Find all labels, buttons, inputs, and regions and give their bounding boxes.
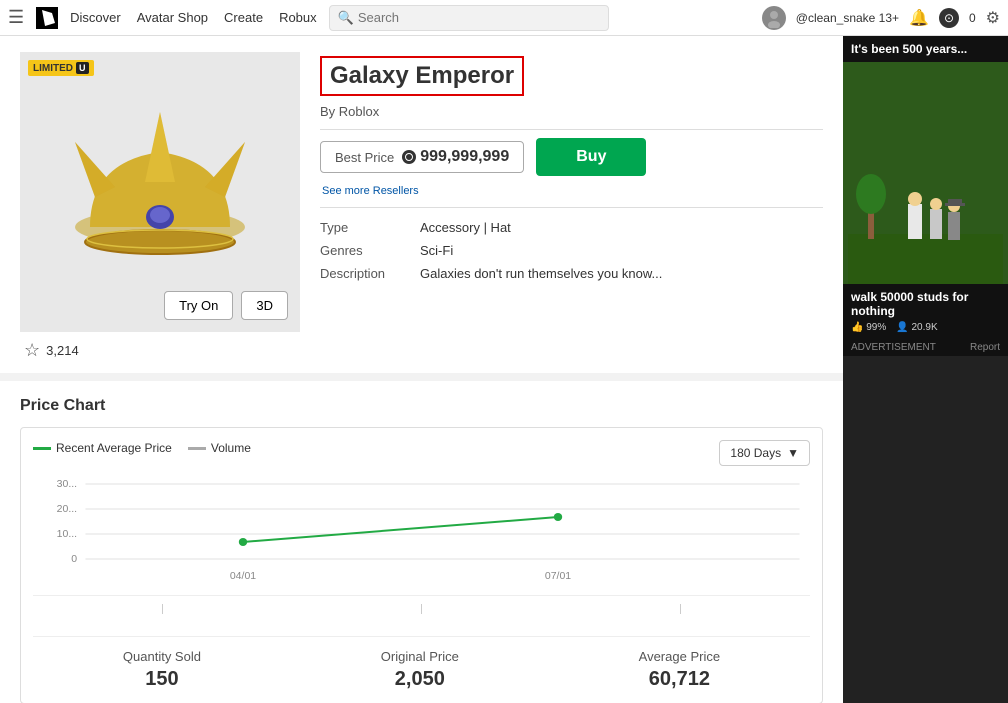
roblox-logo [36,7,58,29]
legend-avg: Recent Average Price [33,441,172,455]
legend-avg-line [33,447,51,450]
ad-likes: 👍 99% [851,322,886,333]
avg-label: Average Price [639,649,720,664]
genres-value: Sci-Fi [420,243,453,258]
ad-box: It's been 500 years... [843,36,1008,356]
right-sidebar: It's been 500 years... [843,36,1008,703]
item-divider [320,129,823,130]
item-info: Galaxy Emperor By Roblox Best Price 999,… [320,52,823,361]
price-number: 999,999,999 [420,148,509,166]
item-title: Galaxy Emperor [320,56,524,96]
genres-row: Genres Sci-Fi [320,243,823,258]
svg-text:04/01: 04/01 [230,571,257,582]
chart-container: Recent Average Price Volume 180 Days ▼ [20,427,823,703]
ad-label: ADVERTISEMENT [851,342,936,353]
type-row: Type Accessory | Hat [320,220,823,235]
nav-avatar-shop[interactable]: Avatar Shop [137,10,208,25]
legend-vol-label: Volume [211,441,251,455]
best-price-value: 999,999,999 [402,148,509,166]
chart-legend: Recent Average Price Volume [33,441,251,455]
svg-text:30...: 30... [57,479,77,490]
original-price-stat: Original Price 2,050 [381,649,459,691]
item-image [50,82,270,302]
top-navigation: ☰ Discover Avatar Shop Create Robux 🔍 @c… [0,0,1008,36]
qty-value: 150 [123,668,201,691]
genres-label: Genres [320,243,420,258]
hamburger-menu[interactable]: ☰ [8,7,24,28]
ad-image: It's been 500 years... [843,36,1008,356]
robux-icon[interactable]: ⊙ [939,8,959,28]
limited-badge: LIMITED U [28,60,94,76]
ad-graphic [848,144,1003,284]
svg-text:20...: 20... [57,504,77,515]
ad-cta: walk 50000 studs for nothing 👍 99% 👤 20.… [843,284,1008,339]
legend-vol-line [188,447,206,450]
nav-links: Discover Avatar Shop Create Robux [70,10,317,25]
ad-title: It's been 500 years... [843,36,1008,62]
favorites-count: 3,214 [46,343,79,358]
orig-label: Original Price [381,649,459,664]
description-value: Galaxies don't run themselves you know..… [420,266,662,281]
search-input[interactable] [358,10,600,25]
notification-icon[interactable]: 🔔 [909,8,929,28]
limited-label: LIMITED [33,63,73,74]
search-box[interactable]: 🔍 [329,5,609,31]
qty-label: Quantity Sold [123,649,201,664]
limited-u-badge: U [76,62,89,74]
robux-symbol [402,150,416,164]
price-chart-svg: 30... 20... 10... 0 04/01 07/01 [33,474,810,584]
search-icon: 🔍 [338,10,354,26]
avatar-icon [762,6,786,30]
chart-title: Price Chart [20,397,823,415]
nav-create[interactable]: Create [224,10,263,25]
legend-vol: Volume [188,441,251,455]
buy-button[interactable]: Buy [536,138,646,176]
ad-green-field [843,62,1008,284]
item-image-box: Try On 3D [20,52,300,332]
type-label: Type [320,220,420,235]
svg-text:07/01: 07/01 [545,571,572,582]
view-3d-button[interactable]: 3D [241,291,288,320]
item-buttons: Try On 3D [164,291,288,320]
period-select[interactable]: 180 Days ▼ [719,440,810,466]
item-divider-2 [320,207,823,208]
robux-balance: 0 [969,11,976,25]
period-value: 180 Days [730,446,781,460]
legend-avg-label: Recent Average Price [56,441,172,455]
chart-header: Recent Average Price Volume 180 Days ▼ [33,440,810,466]
try-on-button[interactable]: Try On [164,291,233,320]
ad-report-link[interactable]: Report [970,342,1000,353]
see-resellers-link[interactable]: See more Resellers [322,185,419,197]
star-icon[interactable]: ☆ [24,340,40,361]
ad-players: 👤 20.9K [896,322,937,333]
description-label: Description [320,266,420,281]
item-meta: Type Accessory | Hat Genres Sci-Fi Descr… [320,220,823,281]
quantity-stat: Quantity Sold 150 [123,649,201,691]
average-price-stat: Average Price 60,712 [639,649,720,691]
orig-value: 2,050 [381,668,459,691]
item-detail: Try On 3D LIMITED U ☆ 3,214 Galaxy Emper… [0,36,843,373]
price-chart-section: Price Chart Recent Average Price Volume [0,381,843,703]
content-area: Try On 3D LIMITED U ☆ 3,214 Galaxy Emper… [0,36,843,703]
nav-robux[interactable]: Robux [279,10,317,25]
svg-text:10...: 10... [57,529,77,540]
username-label: @clean_snake 13+ [796,11,899,25]
chevron-down-icon: ▼ [787,446,799,460]
best-price-label: Best Price [335,150,394,165]
type-value: Accessory | Hat [420,220,511,235]
price-box: Best Price 999,999,999 [320,141,524,173]
avg-value: 60,712 [639,668,720,691]
stats-row: Quantity Sold 150 Original Price 2,050 A… [33,636,810,691]
main-layout: Try On 3D LIMITED U ☆ 3,214 Galaxy Emper… [0,36,1008,703]
settings-icon[interactable]: ⚙ [986,8,1000,28]
item-creator: By Roblox [320,104,823,119]
nav-discover[interactable]: Discover [70,10,121,25]
favorites-row: ☆ 3,214 [24,340,300,361]
nav-right: @clean_snake 13+ 🔔 ⊙ 0 ⚙ [762,6,1000,30]
svg-text:0: 0 [71,554,77,565]
description-row: Description Galaxies don't run themselve… [320,266,823,281]
price-row: Best Price 999,999,999 Buy [320,138,823,176]
